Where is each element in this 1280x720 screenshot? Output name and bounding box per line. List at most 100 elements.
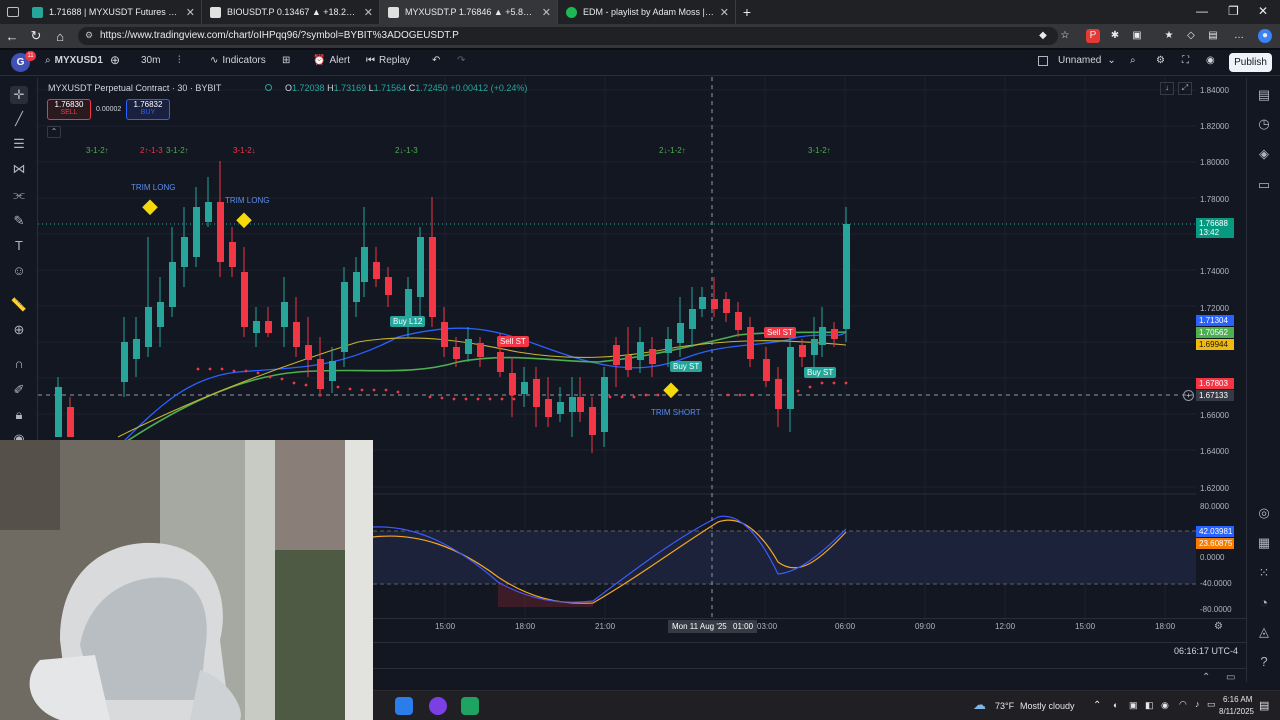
- magnet-icon[interactable]: ∩: [10, 355, 28, 373]
- collections-icon[interactable]: ▤: [1206, 29, 1220, 43]
- pattern-label: 2↑-1-3: [140, 146, 163, 155]
- clock-time[interactable]: 6:16 AM: [1223, 695, 1252, 704]
- extension-icon[interactable]: ▣: [1130, 29, 1144, 43]
- browser-address-bar: ← ↻ ⌂ ⚙ https://www.tradingview.com/char…: [0, 24, 1280, 48]
- new-tab-button[interactable]: +: [736, 4, 758, 20]
- tray-app-icon[interactable]: ◐: [1113, 700, 1118, 710]
- chart-title[interactable]: MYXUSDT Perpetual Contract · 30 · BYBIT: [48, 83, 221, 93]
- back-icon[interactable]: ←: [0, 29, 24, 44]
- snapshot-camera-icon[interactable]: ◉: [1206, 55, 1215, 66]
- target-icon[interactable]: ◎: [1255, 504, 1273, 522]
- extension-icon[interactable]: ◇: [1184, 29, 1198, 43]
- alerts-clock-icon[interactable]: ◷: [1255, 115, 1273, 133]
- alert-button[interactable]: ⏰ Alert: [313, 55, 350, 66]
- apps-grid-icon[interactable]: ⁙: [1255, 564, 1273, 582]
- collapse-chevron-icon[interactable]: ⌃: [47, 126, 61, 138]
- close-tab-icon[interactable]: ✕: [542, 6, 551, 19]
- chat-app-icon[interactable]: [461, 697, 479, 715]
- browser-tab-2[interactable]: BIOUSDT.P 0.13467 ▲ +18.24% U ✕: [202, 0, 380, 24]
- chevron-down-icon: ⌄: [1107, 55, 1116, 66]
- tray-app-icon[interactable]: ◧: [1145, 700, 1154, 711]
- layout-name-button[interactable]: Unnamed ⌄: [1038, 55, 1116, 66]
- brush-icon[interactable]: ✎: [10, 212, 28, 230]
- extension-icon[interactable]: P: [1086, 29, 1100, 43]
- maximize-panel-icon[interactable]: ▭: [1226, 672, 1235, 683]
- battery-icon[interactable]: ▭: [1207, 699, 1216, 710]
- browser-tab-1[interactable]: 1.71688 | MYXUSDT Futures Exch ✕: [24, 0, 202, 24]
- pitchfork-icon[interactable]: ⋈: [10, 160, 28, 178]
- patterns-icon[interactable]: ⫘: [10, 186, 28, 204]
- minimize-icon[interactable]: —: [1196, 4, 1208, 18]
- volume-icon[interactable]: ♪: [1195, 699, 1200, 709]
- notifications-bell-icon[interactable]: ◬: [1255, 623, 1273, 641]
- close-tab-icon[interactable]: ✕: [720, 6, 729, 19]
- extension-icon[interactable]: ◆: [1036, 29, 1050, 43]
- buy-button[interactable]: 1.76832 BUY: [126, 99, 170, 120]
- weather-text[interactable]: Mostly cloudy: [1020, 701, 1075, 711]
- trend-line-icon[interactable]: ╱: [10, 110, 28, 128]
- text-tool-icon[interactable]: T: [10, 237, 28, 255]
- scroll-down-icon[interactable]: ↓: [1160, 82, 1174, 95]
- undo-icon[interactable]: ↶: [432, 55, 440, 66]
- ma-price-badge: 1.71304: [1196, 315, 1234, 326]
- mail-app-icon[interactable]: [395, 697, 413, 715]
- data-window-icon[interactable]: ◈: [1255, 145, 1273, 163]
- quick-search-icon[interactable]: ⌕: [1130, 55, 1136, 66]
- browser-app-icon[interactable]: [429, 697, 447, 715]
- templates-icon[interactable]: ⊞: [282, 55, 290, 66]
- signal-icon[interactable]: ◔: [1255, 594, 1273, 612]
- compare-add-icon[interactable]: ⊕: [110, 53, 120, 67]
- reload-icon[interactable]: ↻: [24, 28, 48, 44]
- indicators-button[interactable]: ∿ Indicators: [210, 55, 266, 66]
- weather-icon[interactable]: ☁: [973, 697, 991, 715]
- lock-icon[interactable]: 🔒︎: [10, 406, 28, 424]
- browser-tab-3-active[interactable]: MYXUSDT.P 1.76846 ▲ +5.89% U ✕: [380, 0, 558, 24]
- menu-icon[interactable]: …: [1232, 29, 1246, 43]
- url-field[interactable]: ⚙ https://www.tradingview.com/chart/oIHP…: [78, 27, 1058, 45]
- copilot-icon[interactable]: ●: [1258, 29, 1272, 43]
- notification-center-icon[interactable]: ▤: [1259, 699, 1269, 712]
- wifi-icon[interactable]: ◠: [1179, 699, 1187, 710]
- ruler-icon[interactable]: 📏: [10, 296, 28, 314]
- tray-chevron-icon[interactable]: ⌃: [1093, 700, 1101, 711]
- maximize-pane-icon[interactable]: ⤢: [1178, 82, 1192, 95]
- favorites-icon[interactable]: ★: [1162, 29, 1176, 43]
- sell-button[interactable]: 1.76830 SELL: [47, 99, 91, 120]
- tab-actions-icon[interactable]: [0, 7, 24, 17]
- site-info-icon[interactable]: ⚙: [85, 30, 93, 41]
- zoom-in-icon[interactable]: ⊕: [10, 321, 28, 339]
- maximize-icon[interactable]: ❐: [1228, 4, 1239, 18]
- home-icon[interactable]: ⌂: [48, 29, 72, 44]
- chat-icon[interactable]: ▭: [1255, 176, 1273, 194]
- publish-button[interactable]: Publish: [1229, 53, 1272, 72]
- settings-gear-icon[interactable]: ⚙: [1156, 55, 1165, 66]
- emoji-icon[interactable]: ☺: [10, 262, 28, 280]
- help-icon[interactable]: ?: [1255, 653, 1273, 671]
- redo-icon[interactable]: ↷: [457, 55, 465, 66]
- symbol-search-button[interactable]: ⌕ MYXUSD1: [45, 55, 103, 66]
- candle-type-icon[interactable]: ⫶: [178, 55, 181, 66]
- chart-clock[interactable]: 06:16:17 UTC-4: [1174, 646, 1238, 656]
- bookmark-star-icon[interactable]: ☆: [1058, 29, 1072, 43]
- tray-app-icon[interactable]: ▣: [1129, 700, 1138, 711]
- timeframe-button[interactable]: 30m: [141, 55, 160, 66]
- browser-tab-4[interactable]: EDM - playlist by Adam Moss | Sp ✕: [558, 0, 736, 24]
- clock-date[interactable]: 8/11/2025: [1219, 707, 1254, 716]
- weather-temp[interactable]: 73°F: [995, 701, 1014, 711]
- stay-in-drawing-icon[interactable]: ✐: [10, 381, 28, 399]
- calendar-icon[interactable]: ▦: [1255, 534, 1273, 552]
- close-tab-icon[interactable]: ✕: [364, 6, 373, 19]
- tray-app-icon[interactable]: ◉: [1161, 700, 1169, 711]
- close-window-icon[interactable]: ✕: [1258, 4, 1268, 18]
- horizontal-lines-icon[interactable]: ☰: [10, 135, 28, 153]
- replay-button[interactable]: ⏮ Replay: [366, 55, 410, 66]
- fullscreen-icon[interactable]: ⛶: [1182, 55, 1189, 66]
- add-alert-plus-icon[interactable]: +: [1183, 390, 1194, 401]
- collapse-panel-icon[interactable]: ⌃: [1202, 672, 1210, 683]
- crosshair-icon[interactable]: ✛: [10, 86, 28, 104]
- extension-icon[interactable]: ✱: [1108, 29, 1122, 43]
- close-tab-icon[interactable]: ✕: [186, 6, 195, 19]
- price-tick: 1.66000: [1200, 411, 1229, 420]
- time-axis-settings-icon[interactable]: ⚙: [1214, 621, 1223, 632]
- watchlist-icon[interactable]: ▤: [1255, 86, 1273, 104]
